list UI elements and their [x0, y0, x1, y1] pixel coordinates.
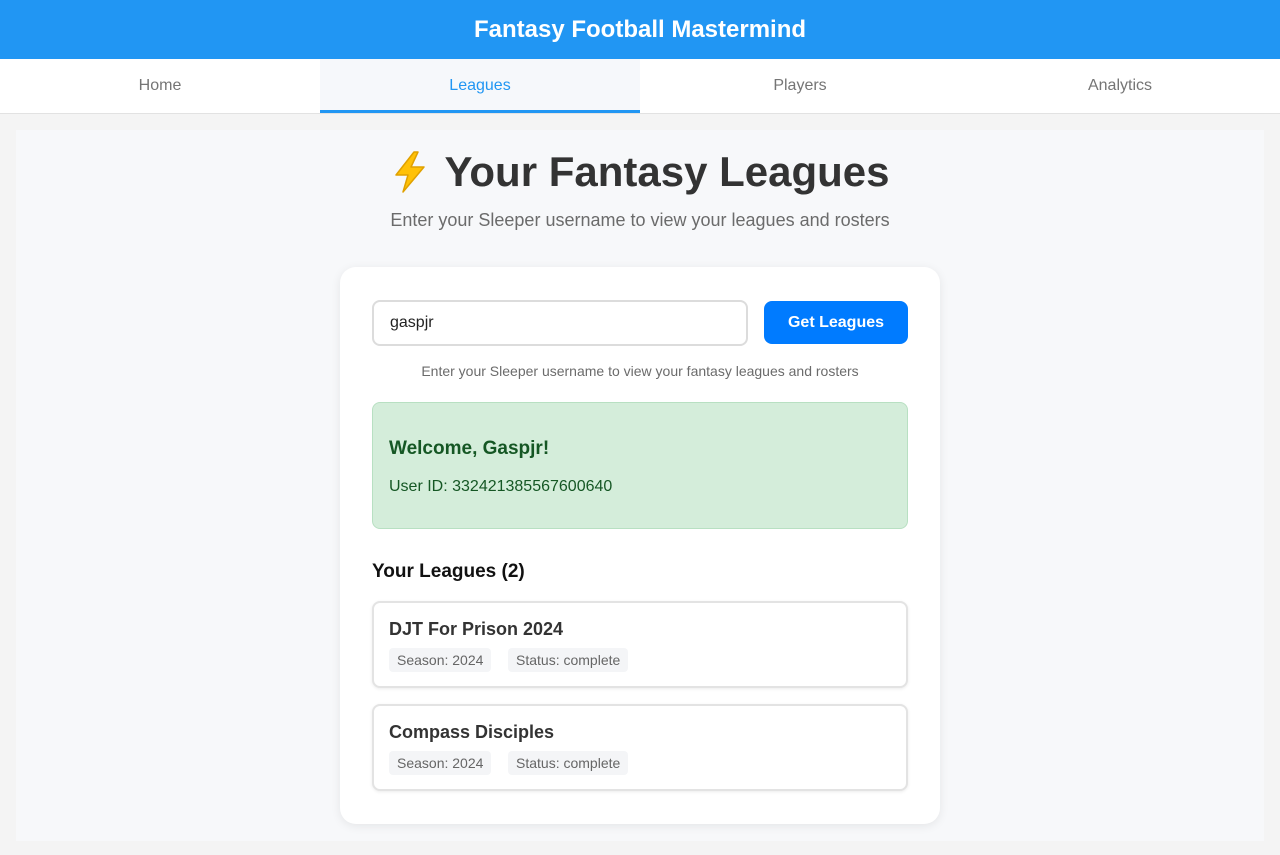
season-badge: Season: 2024	[389, 648, 492, 672]
page-title-text: Your Fantasy Leagues	[444, 148, 890, 195]
main-content: Your Fantasy Leagues Enter your Sleeper …	[16, 130, 1264, 841]
season-badge: Season: 2024	[389, 751, 492, 775]
leagues-heading: Your Leagues (2)	[372, 561, 525, 582]
page-subtitle: Enter your Sleeper username to view your…	[390, 210, 890, 230]
app-title: Fantasy Football Mastermind	[473, 15, 807, 43]
username-input[interactable]	[372, 300, 748, 346]
league-card[interactable]: Compass Disciples Season: 2024 Status: c…	[372, 704, 908, 791]
league-card[interactable]: DJT For Prison 2024 Season: 2024 Status:…	[372, 601, 908, 688]
lightning-bolt-icon	[390, 150, 430, 194]
page-title: Your Fantasy Leagues	[16, 148, 1264, 196]
app-header: Fantasy Football Mastermind	[0, 0, 1280, 59]
helper-text: Enter your Sleeper username to view your…	[421, 363, 859, 379]
welcome-title: Welcome, Gaspjr!	[389, 438, 550, 459]
tab-leagues[interactable]: Leagues	[320, 59, 640, 113]
status-badge: Status: complete	[508, 648, 629, 672]
tab-analytics[interactable]: Analytics	[960, 59, 1280, 113]
user-id: User ID: 332421385567600640	[389, 478, 613, 495]
nav-bar: Home Leagues Players Analytics	[0, 59, 1280, 114]
league-name: Compass Disciples	[389, 722, 555, 742]
status-badge: Status: complete	[508, 751, 629, 775]
tab-players[interactable]: Players	[640, 59, 960, 113]
welcome-banner: Welcome, Gaspjr! User ID: 33242138556760…	[372, 402, 908, 529]
tab-home[interactable]: Home	[0, 59, 320, 113]
leagues-card: Get Leagues Enter your Sleeper username …	[340, 267, 940, 824]
league-name: DJT For Prison 2024	[389, 619, 564, 639]
get-leagues-button[interactable]: Get Leagues	[764, 301, 908, 344]
